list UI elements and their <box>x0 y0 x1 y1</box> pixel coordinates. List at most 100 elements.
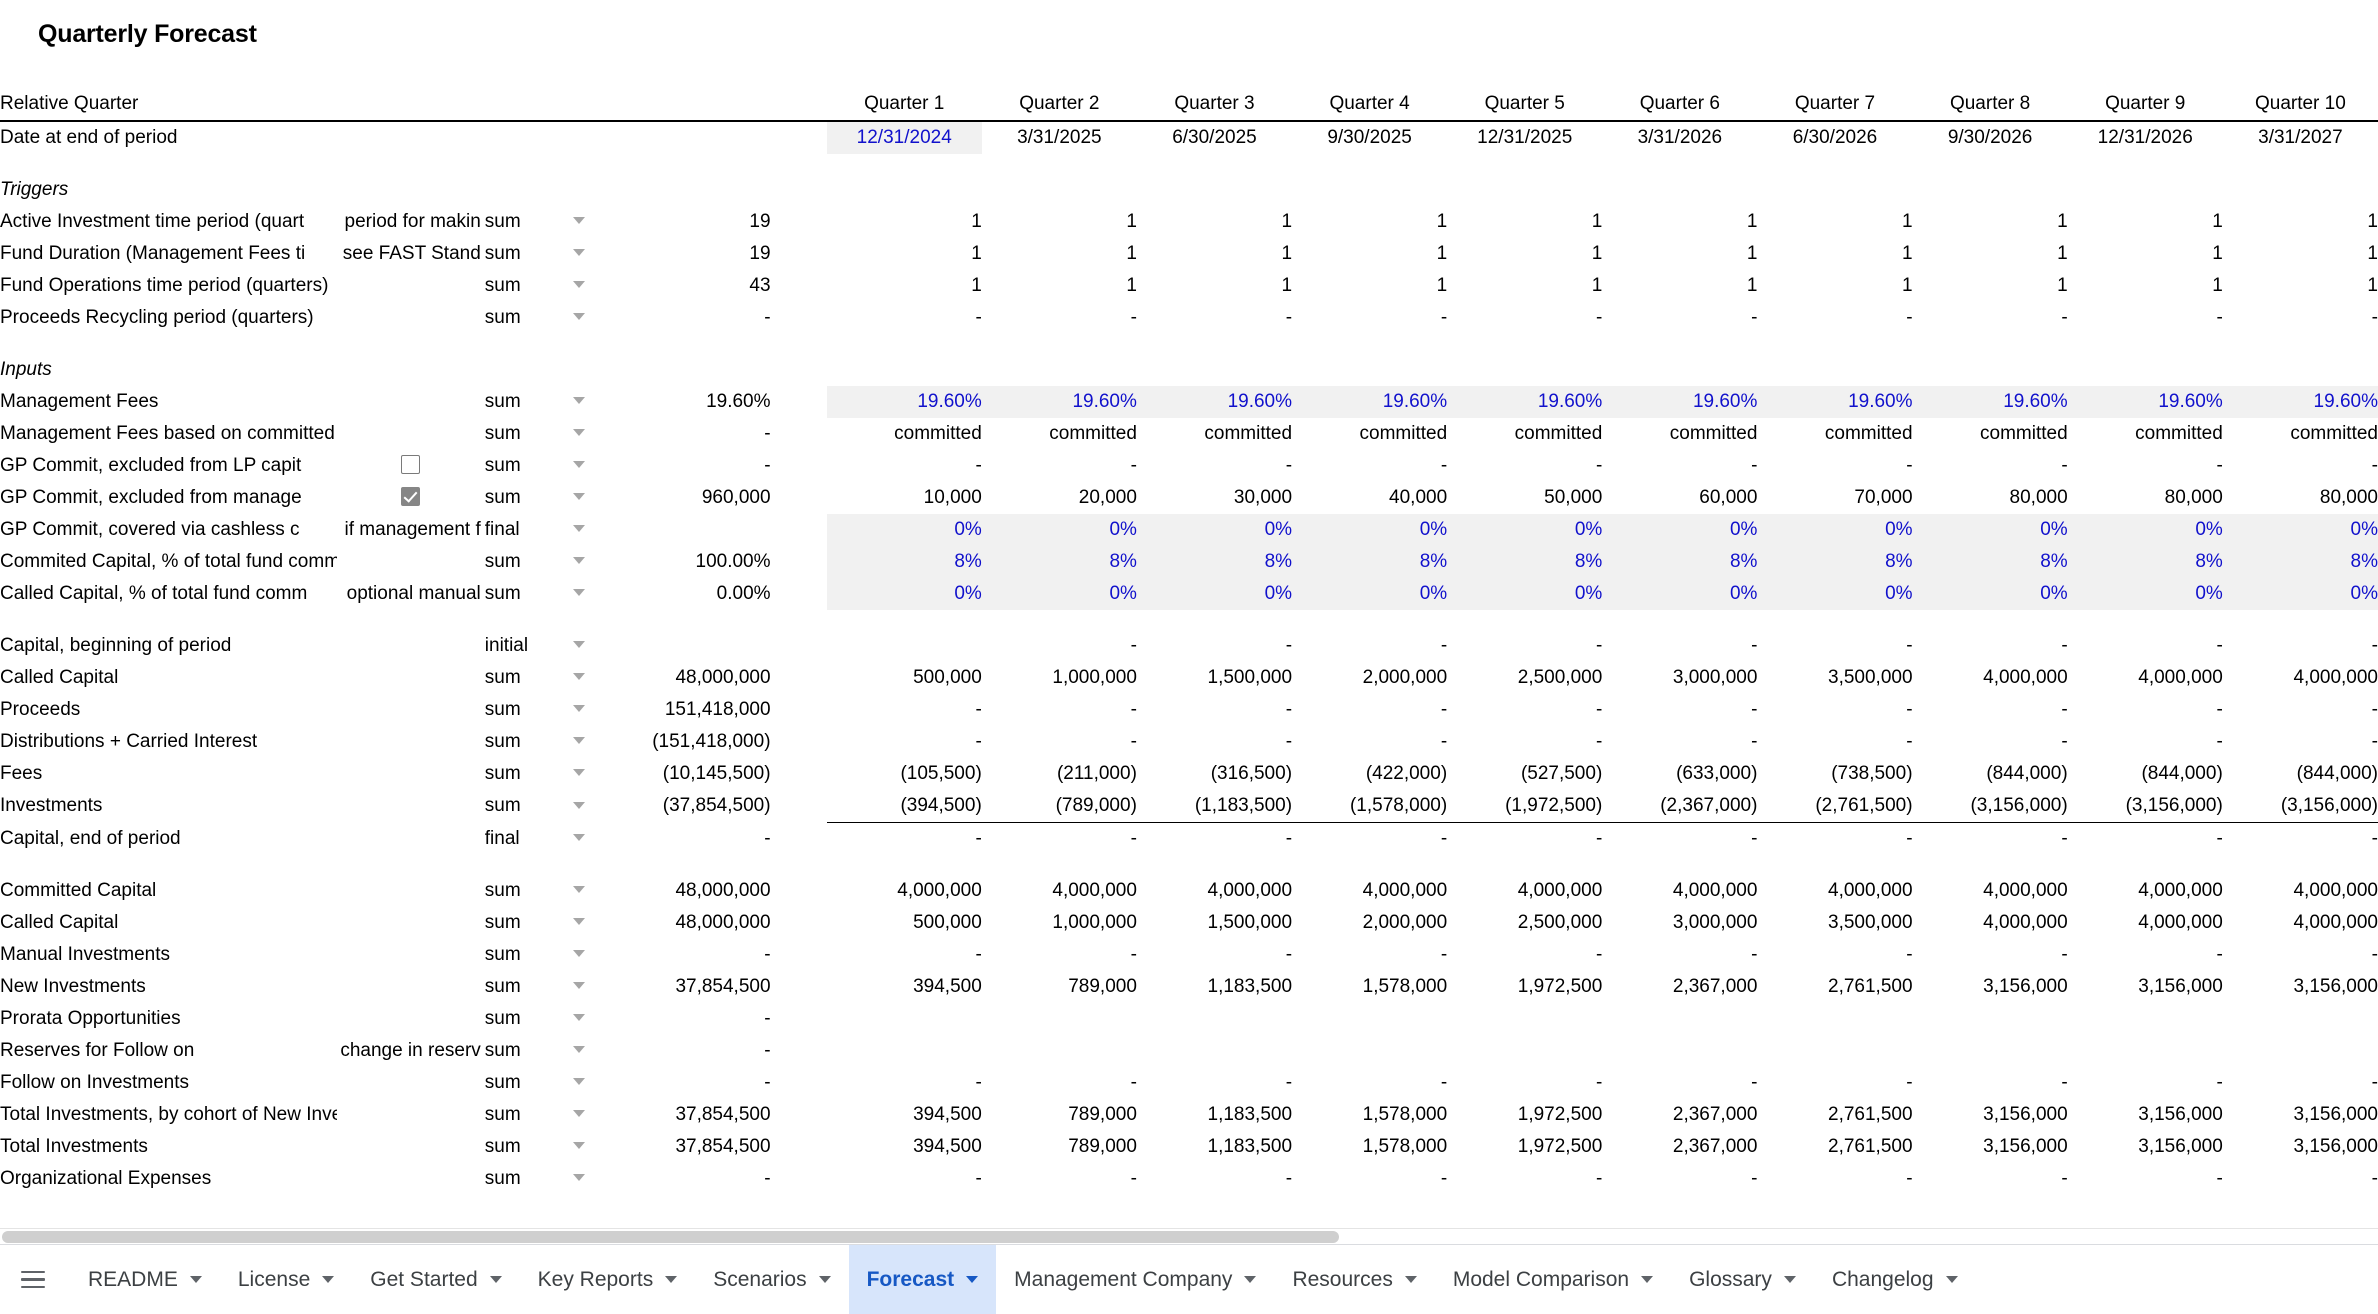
row-dropdown-cell[interactable] <box>556 270 602 302</box>
chevron-down-icon[interactable] <box>189 1276 202 1283</box>
row-dropdown-cell[interactable] <box>556 726 602 758</box>
chevron-down-icon[interactable] <box>573 1110 586 1118</box>
chevron-down-icon[interactable] <box>1945 1276 1958 1283</box>
checkbox-unchecked-icon[interactable] <box>401 454 421 474</box>
chevron-down-icon[interactable] <box>573 429 586 437</box>
chevron-down-icon[interactable] <box>573 525 586 533</box>
chevron-down-icon[interactable] <box>665 1276 678 1283</box>
row-dropdown-cell[interactable] <box>556 1035 602 1067</box>
chevron-down-icon[interactable] <box>573 769 586 777</box>
chevron-down-icon[interactable] <box>573 673 586 681</box>
row-dropdown-cell[interactable] <box>556 907 602 939</box>
row-dropdown-cell[interactable] <box>556 1067 602 1099</box>
row-note <box>337 726 485 758</box>
row-dropdown-cell[interactable] <box>556 694 602 726</box>
chevron-down-icon[interactable] <box>573 886 586 894</box>
chevron-down-icon[interactable] <box>573 1078 586 1086</box>
row-value: 4,000,000 <box>2138 912 2223 933</box>
row-dropdown-cell[interactable] <box>556 418 602 450</box>
chevron-down-icon[interactable] <box>1404 1276 1417 1283</box>
row-dropdown-cell[interactable] <box>556 790 602 823</box>
chevron-down-icon[interactable] <box>1641 1276 1654 1283</box>
chevron-down-icon[interactable] <box>573 493 586 501</box>
row-dropdown-cell[interactable] <box>556 971 602 1003</box>
row-dropdown-cell[interactable] <box>556 758 602 790</box>
sheet-tab-key-reports[interactable]: Key Reports <box>520 1245 696 1314</box>
row-dropdown-cell[interactable] <box>556 482 602 514</box>
row-value: 19.60% <box>2067 386 2223 418</box>
empty-cell <box>336 88 485 122</box>
scrollbar-thumb[interactable] <box>2 1231 1339 1243</box>
row-dropdown-cell[interactable] <box>556 1099 602 1131</box>
row-value: - <box>2061 828 2068 849</box>
chevron-down-icon[interactable] <box>573 249 586 257</box>
chevron-down-icon[interactable] <box>489 1276 502 1283</box>
row-note <box>337 418 485 450</box>
row-dropdown-cell[interactable] <box>556 302 602 334</box>
row-value: 0% <box>2222 578 2378 610</box>
sheet-tab-label: Changelog <box>1831 1267 1934 1291</box>
row-value: 8% <box>2067 546 2223 578</box>
row-dropdown-cell[interactable] <box>556 662 602 694</box>
chevron-down-icon[interactable] <box>573 834 586 842</box>
row-dropdown-cell[interactable] <box>556 1163 602 1195</box>
chevron-down-icon[interactable] <box>966 1276 979 1283</box>
chevron-down-icon[interactable] <box>573 982 586 990</box>
sheet-tab-changelog[interactable]: Changelog <box>1814 1245 1976 1314</box>
row-dropdown-cell[interactable] <box>556 386 602 418</box>
sheet-tab-label: README <box>88 1267 178 1291</box>
chevron-down-icon[interactable] <box>1783 1276 1796 1283</box>
chevron-down-icon[interactable] <box>1244 1276 1257 1283</box>
row-dropdown-cell[interactable] <box>556 939 602 971</box>
chevron-down-icon[interactable] <box>573 557 586 565</box>
sheet-tab-readme[interactable]: README <box>70 1245 220 1314</box>
chevron-down-icon[interactable] <box>573 589 586 597</box>
chevron-down-icon[interactable] <box>573 1142 586 1150</box>
sheet-tab-get-started[interactable]: Get Started <box>352 1245 519 1314</box>
sheet-tab-management-company[interactable]: Management Company <box>996 1245 1274 1314</box>
checkbox-checked-icon[interactable] <box>401 486 421 506</box>
chevron-down-icon[interactable] <box>573 705 586 713</box>
spreadsheet-grid[interactable]: Relative Quarter Quarter 1 Quarter 2 Quarte… <box>0 88 2378 1233</box>
spacer-cell <box>771 450 827 482</box>
row-dropdown-cell[interactable] <box>556 1131 602 1163</box>
chevron-down-icon[interactable] <box>573 1046 586 1054</box>
sheet-tab-license[interactable]: License <box>220 1245 352 1314</box>
row-value: (844,000) <box>2141 763 2223 784</box>
row-dropdown-cell[interactable] <box>556 630 602 662</box>
row-dropdown-cell[interactable] <box>556 875 602 907</box>
chevron-down-icon[interactable] <box>573 950 586 958</box>
chevron-down-icon[interactable] <box>573 1014 586 1022</box>
row-checkbox-cell[interactable] <box>337 482 485 514</box>
row-dropdown-cell[interactable] <box>556 238 602 270</box>
chevron-down-icon[interactable] <box>573 397 586 405</box>
row-note <box>337 939 485 971</box>
chevron-down-icon[interactable] <box>573 461 586 469</box>
chevron-down-icon[interactable] <box>573 1174 586 1182</box>
row-dropdown-cell[interactable] <box>556 546 602 578</box>
row-checkbox-cell[interactable] <box>337 450 485 482</box>
chevron-down-icon[interactable] <box>322 1276 335 1283</box>
chevron-down-icon[interactable] <box>573 281 586 289</box>
sheet-tab-resources[interactable]: Resources <box>1274 1245 1434 1314</box>
row-dropdown-cell[interactable] <box>556 823 602 856</box>
row-dropdown-cell[interactable] <box>556 450 602 482</box>
sheet-tab-scenarios[interactable]: Scenarios <box>695 1245 848 1314</box>
sheet-tab-model-comparison[interactable]: Model Comparison <box>1435 1245 1671 1314</box>
horizontal-scrollbar[interactable] <box>0 1228 2378 1244</box>
row-dropdown-cell[interactable] <box>556 206 602 238</box>
row-dropdown-cell[interactable] <box>556 578 602 610</box>
chevron-down-icon[interactable] <box>573 737 586 745</box>
row-dropdown-cell[interactable] <box>556 1003 602 1035</box>
spacer-cell <box>0 334 2378 354</box>
chevron-down-icon[interactable] <box>573 918 586 926</box>
chevron-down-icon[interactable] <box>573 217 586 225</box>
chevron-down-icon[interactable] <box>573 801 586 809</box>
chevron-down-icon[interactable] <box>573 313 586 321</box>
row-dropdown-cell[interactable] <box>556 514 602 546</box>
chevron-down-icon[interactable] <box>573 641 586 649</box>
chevron-down-icon[interactable] <box>818 1276 831 1283</box>
all-sheets-icon[interactable] <box>10 1257 56 1303</box>
sheet-tab-forecast[interactable]: Forecast <box>848 1245 997 1314</box>
sheet-tab-glossary[interactable]: Glossary <box>1671 1245 1814 1314</box>
